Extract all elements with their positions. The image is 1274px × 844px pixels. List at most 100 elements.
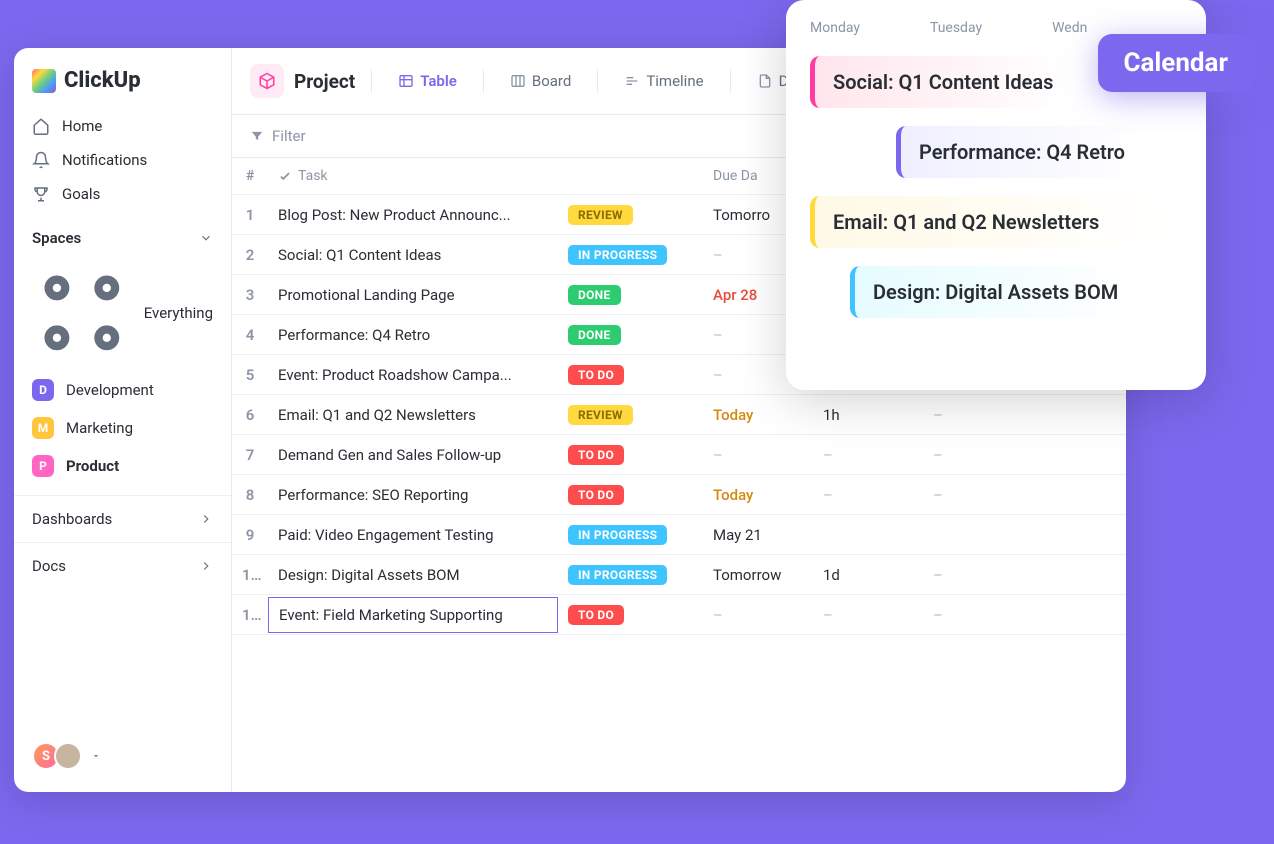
cell-5[interactable]: – xyxy=(813,446,923,464)
calendar-event[interactable]: Performance: Q4 Retro xyxy=(896,126,1143,178)
nav-home[interactable]: Home xyxy=(14,109,231,143)
table-row[interactable]: 10 Design: Digital Assets BOM IN PROGRES… xyxy=(232,555,1126,595)
status-badge: REVIEW xyxy=(568,205,633,225)
board-icon xyxy=(510,73,526,89)
status-cell[interactable]: TO DO xyxy=(558,445,703,465)
nav-notifications[interactable]: Notifications xyxy=(14,143,231,177)
bell-icon xyxy=(32,151,50,169)
view-table[interactable]: Table xyxy=(388,66,467,96)
cell-6[interactable]: – xyxy=(923,566,1073,584)
doc-icon xyxy=(757,73,773,89)
task-name[interactable]: Performance: Q4 Retro xyxy=(268,326,558,344)
status-badge: TO DO xyxy=(568,445,624,465)
status-badge: IN PROGRESS xyxy=(568,565,667,585)
calendar-event[interactable]: Social: Q1 Content Ideas xyxy=(810,56,1071,108)
col-task[interactable]: Task xyxy=(268,168,558,184)
cell-5[interactable]: – xyxy=(813,606,923,624)
spaces-header[interactable]: Spaces xyxy=(14,211,231,255)
col-num: # xyxy=(232,168,268,184)
calendar-badge-label: Calendar xyxy=(1124,48,1229,78)
status-badge: TO DO xyxy=(568,485,624,505)
table-row[interactable]: 7 Demand Gen and Sales Follow-up TO DO –… xyxy=(232,435,1126,475)
cell-6[interactable]: – xyxy=(923,406,1073,424)
due-date[interactable]: May 21 xyxy=(703,526,813,544)
view-board-label: Board xyxy=(532,72,571,90)
table-row[interactable]: 11 Event: Field Marketing Supporting TO … xyxy=(232,595,1126,635)
timeline-icon xyxy=(624,73,640,89)
spaces-header-label: Spaces xyxy=(32,229,81,247)
table-row[interactable]: 9 Paid: Video Engagement Testing IN PROG… xyxy=(232,515,1126,555)
trophy-icon xyxy=(32,185,50,203)
sidebar-docs[interactable]: Docs xyxy=(14,542,231,589)
row-num: 7 xyxy=(232,446,268,464)
status-cell[interactable]: REVIEW xyxy=(558,405,703,425)
task-name[interactable]: Email: Q1 and Q2 Newsletters xyxy=(268,406,558,424)
due-date[interactable]: Tomorrow xyxy=(703,566,813,584)
row-num: 8 xyxy=(232,486,268,504)
cell-5[interactable]: – xyxy=(813,486,923,504)
due-date[interactable]: – xyxy=(703,446,813,464)
status-cell[interactable]: DONE xyxy=(558,325,703,345)
status-cell[interactable]: REVIEW xyxy=(558,205,703,225)
status-badge: DONE xyxy=(568,285,621,305)
due-date[interactable]: – xyxy=(703,606,813,624)
caret-down-icon xyxy=(90,750,102,762)
task-name[interactable]: Promotional Landing Page xyxy=(268,286,558,304)
nav-goals[interactable]: Goals xyxy=(14,177,231,211)
status-cell[interactable]: IN PROGRESS xyxy=(558,245,703,265)
calendar-event[interactable]: Email: Q1 and Q2 Newsletters xyxy=(810,196,1170,248)
table-row[interactable]: 6 Email: Q1 and Q2 Newsletters REVIEW To… xyxy=(232,395,1126,435)
sidebar: ClickUp Home Notifications Goals Spaces … xyxy=(14,48,232,792)
cell-6[interactable]: – xyxy=(923,446,1073,464)
user-avatars[interactable]: S xyxy=(14,732,231,780)
sidebar-space-development[interactable]: DDevelopment xyxy=(14,371,231,409)
dashboards-label: Dashboards xyxy=(32,510,112,528)
row-num: 9 xyxy=(232,526,268,544)
nav-goals-label: Goals xyxy=(62,185,100,203)
clickup-logo-icon xyxy=(32,69,56,93)
status-cell[interactable]: IN PROGRESS xyxy=(558,525,703,545)
status-cell[interactable]: TO DO xyxy=(558,605,703,625)
due-date[interactable]: Today xyxy=(703,406,813,424)
filter-label: Filter xyxy=(272,127,306,145)
row-num: 11 xyxy=(232,606,268,624)
task-name[interactable]: Paid: Video Engagement Testing xyxy=(268,526,558,544)
view-timeline[interactable]: Timeline xyxy=(614,66,713,96)
space-label: Product xyxy=(66,457,119,475)
table-row[interactable]: 8 Performance: SEO Reporting TO DO Today… xyxy=(232,475,1126,515)
calendar-badge[interactable]: Calendar xyxy=(1098,34,1255,92)
cell-5[interactable]: 1d xyxy=(813,566,923,584)
task-name[interactable]: Demand Gen and Sales Follow-up xyxy=(268,446,558,464)
filter-button[interactable]: Filter xyxy=(250,127,306,145)
cell-5[interactable]: 1h xyxy=(813,406,923,424)
brand-logo[interactable]: ClickUp xyxy=(14,68,231,109)
status-cell[interactable]: TO DO xyxy=(558,365,703,385)
task-name[interactable]: Social: Q1 Content Ideas xyxy=(268,246,558,264)
divider xyxy=(483,69,484,93)
sidebar-space-product[interactable]: PProduct xyxy=(14,447,231,485)
sidebar-space-marketing[interactable]: MMarketing xyxy=(14,409,231,447)
status-badge: DONE xyxy=(568,325,621,345)
task-name[interactable]: Event: Field Marketing Supporting xyxy=(268,597,558,633)
nav-notifications-label: Notifications xyxy=(62,151,147,169)
task-name[interactable]: Performance: SEO Reporting xyxy=(268,486,558,504)
status-cell[interactable]: DONE xyxy=(558,285,703,305)
status-cell[interactable]: TO DO xyxy=(558,485,703,505)
task-name[interactable]: Event: Product Roadshow Campa... xyxy=(268,366,558,384)
row-num: 1 xyxy=(232,206,268,224)
status-cell[interactable]: IN PROGRESS xyxy=(558,565,703,585)
due-date[interactable]: Today xyxy=(703,486,813,504)
avatar-photo xyxy=(54,742,82,770)
cell-6[interactable]: – xyxy=(923,486,1073,504)
calendar-event[interactable]: Design: Digital Assets BOM xyxy=(850,266,1136,318)
cell-6[interactable]: – xyxy=(923,606,1073,624)
sidebar-item-everything[interactable]: Everything xyxy=(14,255,231,371)
chevron-right-icon xyxy=(199,512,213,526)
project-title[interactable]: Project xyxy=(250,64,355,98)
task-name[interactable]: Design: Digital Assets BOM xyxy=(268,566,558,584)
task-name[interactable]: Blog Post: New Product Announc... xyxy=(268,206,558,224)
view-board[interactable]: Board xyxy=(500,66,581,96)
row-num: 5 xyxy=(232,366,268,384)
space-label: Development xyxy=(66,381,154,399)
sidebar-dashboards[interactable]: Dashboards xyxy=(14,495,231,542)
